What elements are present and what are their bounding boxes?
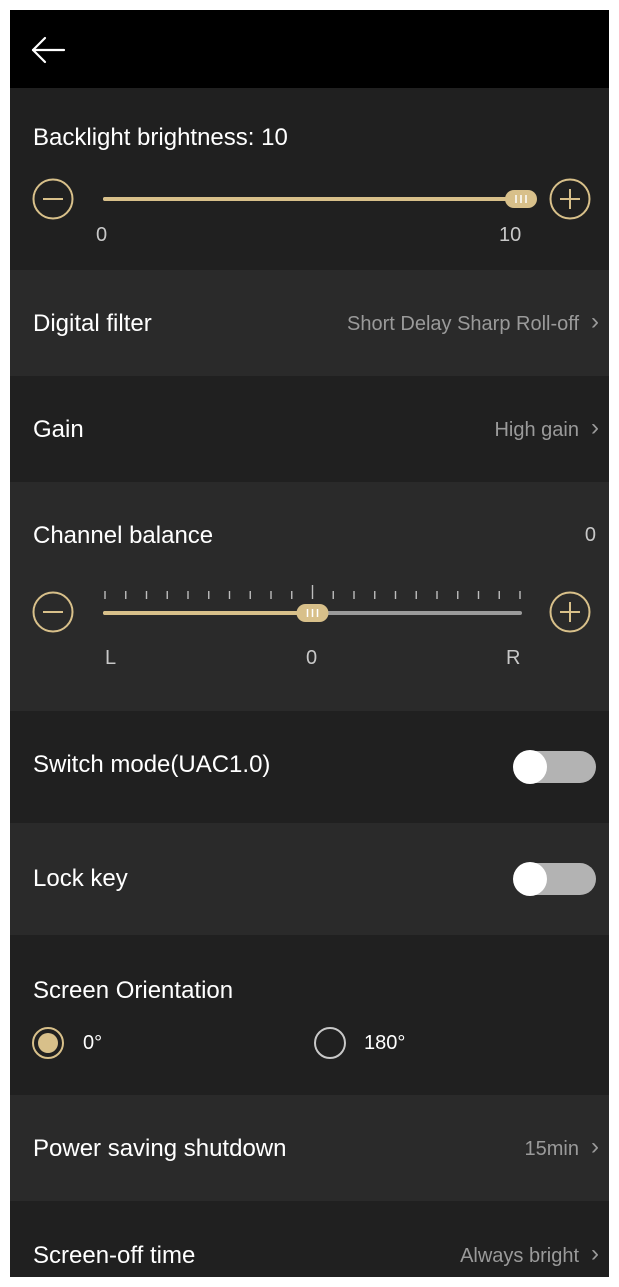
balance-title: Channel balance xyxy=(33,522,214,549)
lock-key-toggle[interactable] xyxy=(510,861,596,897)
screen-off-title: Screen-off time xyxy=(33,1242,196,1269)
digital-filter-value: Short Delay Sharp Roll-off xyxy=(347,313,579,335)
uac-mode-row: Switch mode(UAC1.0) xyxy=(10,711,609,823)
power-saving-row[interactable]: Power saving shutdown 15min › xyxy=(10,1095,609,1201)
balance-plus-icon[interactable] xyxy=(548,590,592,634)
brightness-max-label: 10 xyxy=(499,224,522,246)
back-arrow-icon[interactable] xyxy=(30,32,66,68)
brightness-minus-icon[interactable] xyxy=(31,177,75,221)
balance-slider[interactable] xyxy=(100,582,530,632)
backlight-brightness-section: Backlight brightness: 10 0 10 xyxy=(10,88,609,270)
chevron-right-icon: › xyxy=(591,414,599,441)
gain-value: High gain xyxy=(494,419,579,441)
chevron-right-icon: › xyxy=(591,308,599,335)
balance-thumb[interactable] xyxy=(296,604,329,622)
settings-screen: Backlight brightness: 10 0 10 Digital fi… xyxy=(10,10,609,1277)
chevron-right-icon: › xyxy=(591,1133,599,1160)
balance-value: 0 xyxy=(584,524,596,546)
gain-title: Gain xyxy=(33,416,84,443)
uac-mode-title: Switch mode(UAC1.0) xyxy=(33,751,271,778)
orientation-180-label[interactable]: 180° xyxy=(364,1032,405,1055)
orientation-title: Screen Orientation xyxy=(33,977,234,1004)
balance-right-label: R xyxy=(506,647,521,669)
digital-filter-title: Digital filter xyxy=(33,310,152,337)
brightness-slider[interactable] xyxy=(100,184,550,214)
uac-mode-toggle[interactable] xyxy=(510,749,596,785)
header-bar xyxy=(10,10,609,88)
balance-left-label: L xyxy=(105,647,117,669)
brightness-min-label: 0 xyxy=(96,224,108,246)
brightness-thumb[interactable] xyxy=(505,190,537,208)
power-saving-title: Power saving shutdown xyxy=(33,1135,287,1162)
screen-off-row[interactable]: Screen-off time Always bright › xyxy=(10,1201,609,1277)
balance-minus-icon[interactable] xyxy=(31,590,75,634)
chevron-right-icon: › xyxy=(591,1240,599,1267)
screen-orientation-section: Screen Orientation 0° 180° xyxy=(10,935,609,1095)
brightness-title: Backlight brightness: 10 xyxy=(33,124,288,151)
balance-center-label: 0 xyxy=(306,647,318,669)
orientation-0-label[interactable]: 0° xyxy=(83,1032,102,1055)
power-saving-value: 15min xyxy=(524,1138,579,1160)
digital-filter-row[interactable]: Digital filter Short Delay Sharp Roll-of… xyxy=(10,270,609,376)
channel-balance-section: Channel balance 0 L 0 R xyxy=(10,482,609,711)
balance-ticks xyxy=(104,585,521,599)
gain-row[interactable]: Gain High gain › xyxy=(10,376,609,482)
brightness-plus-icon[interactable] xyxy=(548,177,592,221)
lock-key-row: Lock key xyxy=(10,823,609,935)
orientation-180-radio[interactable] xyxy=(313,1026,347,1060)
screen-off-value: Always bright xyxy=(460,1245,579,1267)
orientation-0-radio[interactable] xyxy=(31,1026,65,1060)
lock-key-title: Lock key xyxy=(33,865,128,892)
